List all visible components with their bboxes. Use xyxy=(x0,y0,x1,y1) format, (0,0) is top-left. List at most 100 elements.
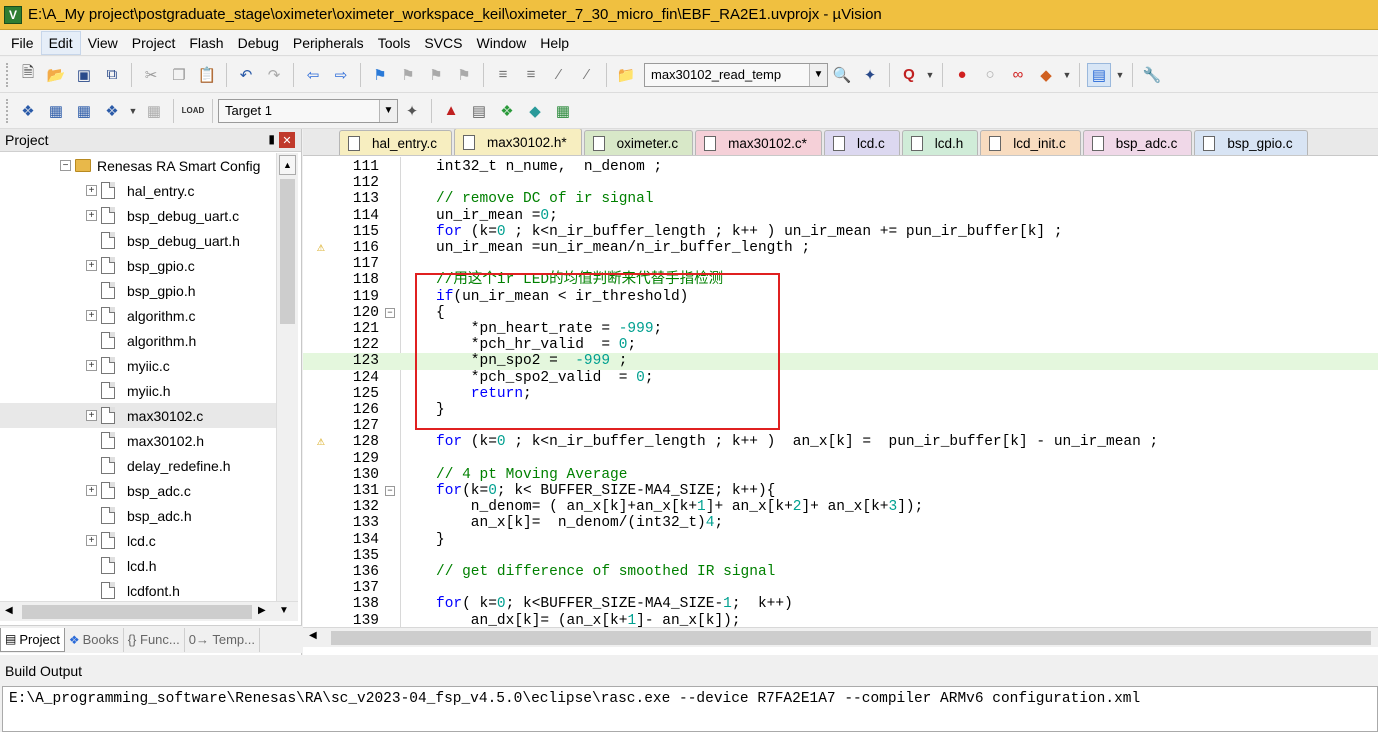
expand-icon[interactable]: + xyxy=(86,535,97,546)
menu-file[interactable]: File xyxy=(4,32,41,54)
code-line[interactable]: 130 // 4 pt Moving Average xyxy=(303,467,1378,483)
tab-templates[interactable]: 0→ Temp... xyxy=(185,627,260,652)
scrollbar-thumb[interactable] xyxy=(280,179,295,324)
chevron-down-icon[interactable]: ▼ xyxy=(925,63,935,87)
expand-icon[interactable]: + xyxy=(86,410,97,421)
open-folder-icon[interactable]: 📂 xyxy=(44,63,68,87)
breakpoint-disable-all-icon[interactable]: ∞ xyxy=(1006,63,1030,87)
tree-file-item[interactable]: + lcd.c xyxy=(0,528,276,553)
tree-file-item[interactable]: lcdfont.h xyxy=(0,578,276,601)
configure-wrench-icon[interactable]: 🔧 xyxy=(1140,63,1164,87)
breakpoint-kill-all-icon[interactable]: ◆ xyxy=(1034,63,1058,87)
tree-file-item[interactable]: bsp_adc.h xyxy=(0,503,276,528)
target-combo[interactable]: Target 1 ▼ xyxy=(218,98,398,123)
scrollbar-thumb[interactable] xyxy=(331,631,1371,645)
menu-help[interactable]: Help xyxy=(533,32,576,54)
expand-icon[interactable]: + xyxy=(86,485,97,496)
copy-icon[interactable]: ❐ xyxy=(167,63,191,87)
code-line[interactable]: 117 xyxy=(303,256,1378,272)
bookmark-toggle-icon[interactable]: ⚑ xyxy=(368,63,392,87)
navigate-forward-icon[interactable]: ⇨ xyxy=(329,63,353,87)
build-icon[interactable]: ▦ xyxy=(44,99,68,123)
scroll-left-icon[interactable]: ◀ xyxy=(5,605,13,616)
breakpoint-disable-icon[interactable]: ○ xyxy=(978,63,1002,87)
code-line[interactable]: 133 an_x[k]= n_denom/(int32_t)4; xyxy=(303,515,1378,531)
editor-tab[interactable]: lcd.h xyxy=(901,130,979,155)
toolbar-grip[interactable] xyxy=(6,62,10,87)
scroll-up-icon[interactable]: ▲ xyxy=(279,155,296,175)
code-line[interactable]: 136 // get difference of smoothed IR sign… xyxy=(303,564,1378,580)
tree-file-item[interactable]: algorithm.h xyxy=(0,328,276,353)
code-area[interactable]: 111 int32_t n_nume, n_denom ; 112 113 // rem… xyxy=(303,157,1378,627)
target-options-icon[interactable]: ✦ xyxy=(400,99,424,123)
editor-tab[interactable]: hal_entry.c xyxy=(339,130,453,155)
project-vertical-scrollbar[interactable]: ▲ xyxy=(276,153,298,601)
close-icon[interactable]: ✕ xyxy=(279,132,295,148)
download-load-icon[interactable]: LOAD xyxy=(181,99,205,123)
tree-file-item[interactable]: lcd.h xyxy=(0,553,276,578)
editor-tab[interactable]: bsp_gpio.c xyxy=(1194,130,1308,155)
scrollbar-thumb[interactable] xyxy=(22,605,252,619)
tab-books[interactable]: ❖ Books xyxy=(65,627,124,652)
stop-build-icon[interactable]: ▦ xyxy=(142,99,166,123)
manage-components-icon[interactable]: ▲ xyxy=(439,99,463,123)
code-line[interactable]: 112 xyxy=(303,175,1378,191)
tree-file-item[interactable]: + hal_entry.c xyxy=(0,178,276,203)
scroll-left-icon[interactable]: ◀ xyxy=(309,630,317,641)
expand-icon[interactable]: + xyxy=(86,360,97,371)
expand-icon[interactable]: + xyxy=(86,185,97,196)
debug-session-icon[interactable]: Q xyxy=(897,63,921,87)
code-line[interactable]: 115 for (k=0 ; k<n_ir_buffer_length ; k++… xyxy=(303,224,1378,240)
window-layout-icon[interactable]: ▤ xyxy=(1087,62,1111,87)
incremental-find-icon[interactable]: ✦ xyxy=(858,63,882,87)
code-line[interactable]: 135 xyxy=(303,548,1378,564)
menu-debug[interactable]: Debug xyxy=(231,32,286,54)
editor-tab[interactable]: lcd.c xyxy=(823,130,900,155)
new-file-icon[interactable]: 🗎 xyxy=(16,63,40,87)
find-icon[interactable]: 🔍 xyxy=(830,63,854,87)
code-line[interactable]: 113 // remove DC of ir signal xyxy=(303,191,1378,207)
tree-file-item[interactable]: max30102.h xyxy=(0,428,276,453)
code-line[interactable]: 137 xyxy=(303,580,1378,596)
menu-svcs[interactable]: SVCS xyxy=(417,32,469,54)
project-horizontal-scrollbar[interactable]: ◀ ▶ ▼ xyxy=(0,601,298,621)
tree-file-item[interactable]: + bsp_debug_uart.c xyxy=(0,203,276,228)
pin-icon[interactable]: ▮ xyxy=(268,132,275,146)
code-line[interactable]: 111 int32_t n_nume, n_denom ; xyxy=(303,159,1378,175)
tree-file-item[interactable]: myiic.h xyxy=(0,378,276,403)
cut-icon[interactable]: ✂ xyxy=(139,63,163,87)
editor-tab[interactable]: max30102.c* xyxy=(695,130,822,155)
tree-file-item[interactable]: + bsp_gpio.c xyxy=(0,253,276,278)
chevron-down-icon[interactable]: ▼ xyxy=(128,99,138,123)
chevron-down-icon[interactable]: ▼ xyxy=(379,99,397,122)
find-in-files-icon[interactable]: 📁 xyxy=(614,63,638,87)
toolbar-grip[interactable] xyxy=(6,98,10,123)
uncomment-icon[interactable]: ⁄ xyxy=(575,63,599,87)
menu-peripherals[interactable]: Peripherals xyxy=(286,32,371,54)
build-output-text[interactable]: E:\A_programming_software\Renesas\RA\sc_… xyxy=(2,686,1378,732)
undo-icon[interactable]: ↶ xyxy=(234,63,258,87)
save-icon[interactable]: ▣ xyxy=(72,63,96,87)
tree-file-item[interactable]: + algorithm.c xyxy=(0,303,276,328)
code-line[interactable]: 131− for(k=0; k< BUFFER_SIZE-MA4_SIZE; k+… xyxy=(303,483,1378,499)
fold-toggle-icon[interactable]: − xyxy=(385,307,395,318)
code-line[interactable]: 134} xyxy=(303,532,1378,548)
navigate-back-icon[interactable]: ⇦ xyxy=(301,63,325,87)
tree-file-item[interactable]: bsp_debug_uart.h xyxy=(0,228,276,253)
menu-tools[interactable]: Tools xyxy=(371,32,418,54)
tree-file-item[interactable]: + max30102.c xyxy=(0,403,276,428)
rasc-config-icon[interactable]: ▦ xyxy=(551,99,575,123)
fold-toggle-icon[interactable]: − xyxy=(385,486,395,496)
chevron-down-icon[interactable]: ▼ xyxy=(1115,63,1125,87)
tab-functions[interactable]: {} Func... xyxy=(124,627,185,652)
menu-edit[interactable]: Edit xyxy=(40,30,81,55)
bookmark-prev-icon[interactable]: ⚑ xyxy=(396,63,420,87)
tree-file-item[interactable]: delay_redefine.h xyxy=(0,453,276,478)
editor-tab[interactable]: bsp_adc.c xyxy=(1082,130,1193,155)
menu-window[interactable]: Window xyxy=(470,32,534,54)
translate-icon[interactable]: ❖ xyxy=(16,99,40,123)
scroll-down-icon[interactable]: ▼ xyxy=(279,605,289,616)
editor-horizontal-scrollbar[interactable]: ◀ xyxy=(303,627,1378,647)
tab-project[interactable]: ▤ Project xyxy=(0,627,65,652)
run-time-environment-icon[interactable]: ❖ xyxy=(495,99,519,123)
